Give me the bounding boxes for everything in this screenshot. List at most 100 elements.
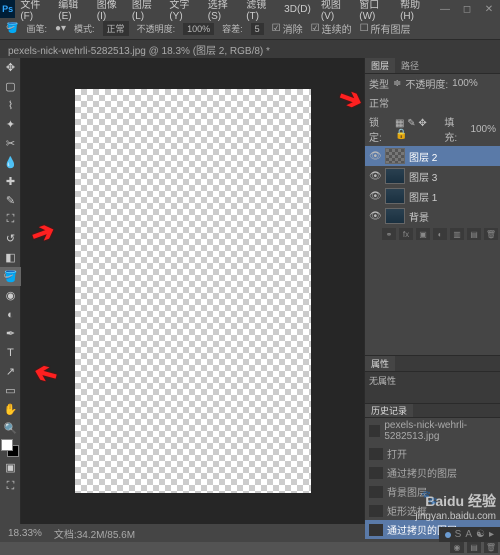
screenmode-tool[interactable]: ⛶	[0, 477, 21, 496]
healing-tool[interactable]: ✚	[0, 172, 21, 191]
blend-mode-select[interactable]: 正常	[369, 95, 389, 110]
quickmask-tool[interactable]: ▣	[0, 458, 21, 477]
layers-list: 👁 图层 2 👁 图层 3 👁 图层 1 👁 背景	[365, 146, 500, 226]
document-tab-bar: pexels-nick-wehrli-5282513.jpg @ 18.3% (…	[0, 40, 500, 58]
history-brush-tool[interactable]: ↺	[0, 229, 21, 248]
move-tool[interactable]: ✥	[0, 58, 21, 77]
bucket-tool[interactable]: 🪣	[0, 267, 21, 286]
lasso-tool[interactable]: ⌇	[0, 96, 21, 115]
layer-item[interactable]: 👁 图层 1	[365, 186, 500, 206]
layer-item[interactable]: 👁 图层 2	[365, 146, 500, 166]
visibility-icon[interactable]: 👁	[369, 191, 381, 202]
menu-select[interactable]: 选择(S)	[203, 0, 241, 22]
brush-label: 画笔:	[26, 22, 47, 35]
type-tool[interactable]: T	[0, 343, 21, 362]
ime-chevron-icon: ▸	[489, 529, 494, 540]
close-button[interactable]: ✕	[478, 0, 500, 18]
hand-tool[interactable]: ✋	[0, 400, 21, 419]
layer-kind-filter[interactable]: 类型	[369, 76, 389, 91]
menu-view[interactable]: 视图(V)	[316, 0, 354, 22]
lock-buttons[interactable]: ▦ ✎ ✥ 🔒	[395, 118, 440, 140]
crop-tool[interactable]: ✂	[0, 134, 21, 153]
layer-item[interactable]: 👁 背景	[365, 206, 500, 226]
brush-tool[interactable]: ✎	[0, 191, 21, 210]
zoom-tool[interactable]: 🔍	[0, 419, 21, 438]
adjustment-button[interactable]: ◐	[433, 228, 447, 240]
ime-a: A	[465, 529, 472, 540]
canvas[interactable]	[75, 89, 311, 493]
blur-tool[interactable]: ◉	[0, 286, 21, 305]
menu-filter[interactable]: 滤镜(T)	[241, 0, 279, 22]
snapshot-button[interactable]: ◉	[450, 541, 464, 553]
new-snapshot-button[interactable]: ▤	[467, 541, 481, 553]
annotation-arrow: ➔	[26, 213, 59, 252]
dodge-tool[interactable]: ◐	[0, 305, 21, 324]
tab-properties[interactable]: 属性	[365, 356, 395, 371]
maximize-button[interactable]: ◻	[456, 0, 478, 18]
opacity-input[interactable]: 100%	[183, 23, 214, 35]
canvas-area[interactable]: ➔ ➔	[21, 58, 364, 524]
alllayers-check[interactable]: ☐所有图层	[360, 21, 411, 36]
layer-item[interactable]: 👁 图层 3	[365, 166, 500, 186]
eraser-tool[interactable]: ◧	[0, 248, 21, 267]
layers-panel-buttons: ⚭ fx ▣ ◐ ▥ ▤ 🗑	[365, 226, 500, 242]
history-snapshot[interactable]: pexels-nick-wehrli-5282513.jpg	[365, 418, 500, 444]
stamp-tool[interactable]: ⛶	[0, 210, 21, 229]
layer-thumb	[385, 168, 405, 184]
shape-tool[interactable]: ▭	[0, 381, 21, 400]
layers-panel: 图层 路径 类型 ≑ 不透明度: 100% 正常 锁定: ▦ ✎ ✥ 🔒 填充:…	[365, 58, 500, 356]
fill-input[interactable]: 100%	[470, 124, 496, 135]
menu-3d[interactable]: 3D(D)	[279, 4, 316, 15]
layer-name[interactable]: 背景	[409, 209, 429, 224]
menu-file[interactable]: 文件(F)	[15, 0, 53, 22]
watermark-paw-icon: 🐾	[421, 489, 438, 506]
delete-history-button[interactable]: 🗑	[484, 541, 498, 553]
history-step[interactable]: 通过拷贝的图层	[365, 463, 500, 482]
mode-select[interactable]: 正常	[103, 21, 129, 36]
no-properties-text: 无属性	[365, 372, 500, 389]
main-area: ✥ ▢ ⌇ ✦ ✂ 💧 ✚ ✎ ⛶ ↺ ◧ 🪣 ◉ ◐ ✒ T ↗ ▭ ✋ 🔍 …	[0, 58, 500, 524]
layer-name[interactable]: 图层 2	[409, 149, 437, 164]
tab-history[interactable]: 历史记录	[365, 404, 413, 417]
doc-info[interactable]: 文档:34.2M/85.6M	[54, 526, 135, 541]
eyedropper-tool[interactable]: 💧	[0, 153, 21, 172]
minimize-button[interactable]: —	[434, 0, 456, 18]
delete-layer-button[interactable]: 🗑	[484, 228, 498, 240]
new-layer-button[interactable]: ▤	[467, 228, 481, 240]
tolerance-input[interactable]: 5	[251, 23, 264, 35]
marquee-tool[interactable]: ▢	[0, 77, 21, 96]
tab-layers[interactable]: 图层	[365, 58, 395, 73]
layer-name[interactable]: 图层 3	[409, 169, 437, 184]
menu-image[interactable]: 图像(I)	[92, 0, 127, 22]
color-swatch[interactable]	[1, 439, 19, 457]
layer-name[interactable]: 图层 1	[409, 189, 437, 204]
toolbox: ✥ ▢ ⌇ ✦ ✂ 💧 ✚ ✎ ⛶ ↺ ◧ 🪣 ◉ ◐ ✒ T ↗ ▭ ✋ 🔍 …	[0, 58, 21, 524]
history-step[interactable]: 打开	[365, 444, 500, 463]
group-button[interactable]: ▥	[450, 228, 464, 240]
layer-mask-button[interactable]: ▣	[416, 228, 430, 240]
link-layers-button[interactable]: ⚭	[382, 228, 396, 240]
menu-layer[interactable]: 图层(L)	[127, 0, 164, 22]
visibility-icon[interactable]: 👁	[369, 151, 381, 162]
menu-edit[interactable]: 编辑(E)	[53, 0, 91, 22]
menu-type[interactable]: 文字(Y)	[164, 0, 202, 22]
contiguous-check[interactable]: ☑连续的	[311, 21, 352, 36]
visibility-icon[interactable]: 👁	[369, 211, 381, 222]
antialias-check[interactable]: ☑消除	[272, 21, 303, 36]
wand-tool[interactable]: ✦	[0, 115, 21, 134]
annotation-arrow: ➔	[30, 356, 61, 394]
menu-window[interactable]: 窗口(W)	[354, 0, 395, 22]
layer-style-button[interactable]: fx	[399, 228, 413, 240]
pen-tool[interactable]: ✒	[0, 324, 21, 343]
properties-panel: 属性 无属性	[365, 356, 500, 404]
visibility-icon[interactable]: 👁	[369, 171, 381, 182]
zoom-level[interactable]: 18.33%	[8, 528, 42, 539]
layer-thumb	[385, 188, 405, 204]
layer-thumb	[385, 208, 405, 224]
brush-preset[interactable]: ●▾	[55, 23, 66, 34]
layer-opacity-input[interactable]: 100%	[452, 78, 478, 89]
path-tool[interactable]: ↗	[0, 362, 21, 381]
tab-paths[interactable]: 路径	[395, 58, 425, 73]
menu-help[interactable]: 帮助(H)	[395, 0, 434, 22]
document-tab[interactable]: pexels-nick-wehrli-5282513.jpg @ 18.3% (…	[8, 42, 270, 57]
